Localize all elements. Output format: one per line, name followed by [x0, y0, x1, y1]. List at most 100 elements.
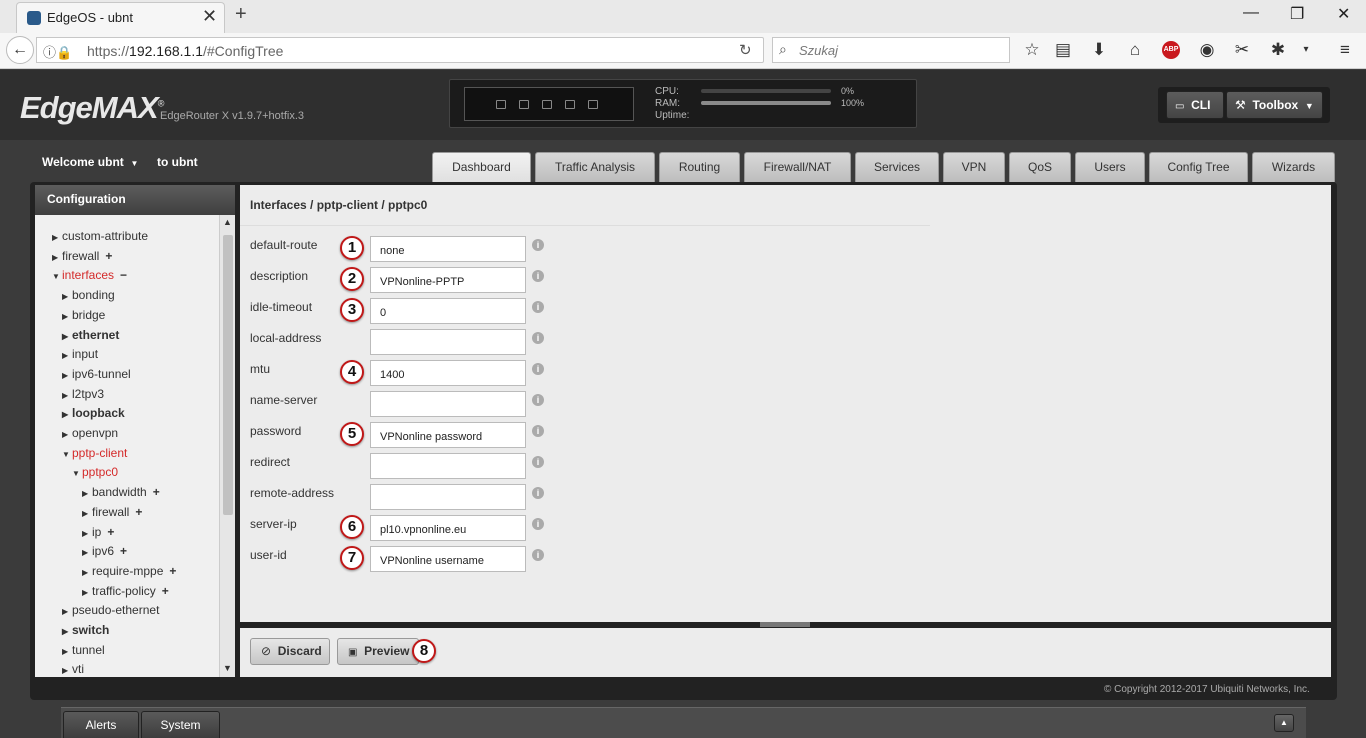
name-server-field[interactable]	[370, 391, 526, 417]
tree-item[interactable]: ▶ openvpn	[62, 426, 118, 440]
caret-right-icon[interactable]: ▶	[62, 332, 72, 341]
mtu-field[interactable]: 1400	[370, 360, 526, 386]
caret-down-icon[interactable]: ▼	[72, 469, 82, 478]
add-icon[interactable]: +	[153, 485, 160, 499]
url-bar[interactable]: ⓘ🔒 https://192.168.1.1/#ConfigTree ↻	[36, 37, 764, 63]
tab-qos[interactable]: QoS	[1009, 152, 1071, 182]
toolbox-button[interactable]: ⚒ Toolbox ▼	[1226, 91, 1323, 119]
info-icon[interactable]: i	[532, 394, 544, 406]
color-picker-icon[interactable]: ◉	[1196, 40, 1218, 60]
user-id-field[interactable]: VPNonline username	[370, 546, 526, 572]
tab-wizards[interactable]: Wizards	[1252, 152, 1335, 182]
password-field[interactable]: VPNonline password	[370, 422, 526, 448]
cli-button[interactable]: ▭ CLI	[1166, 91, 1224, 119]
info-icon[interactable]: i	[532, 518, 544, 530]
caret-right-icon[interactable]: ▶	[52, 233, 62, 242]
caret-right-icon[interactable]: ▶	[62, 430, 72, 439]
tree-item[interactable]: ▶ bridge	[62, 308, 105, 322]
redirect-field[interactable]	[370, 453, 526, 479]
discard-button[interactable]: ⊘ Discard	[250, 638, 330, 665]
new-tab-icon[interactable]: +	[235, 3, 247, 26]
home-icon[interactable]: ⌂	[1124, 40, 1146, 60]
tree-item[interactable]: ▶ ethernet	[62, 328, 119, 342]
local-address-field[interactable]	[370, 329, 526, 355]
tree-item[interactable]: ▶ input	[62, 347, 98, 361]
scroll-down-icon[interactable]: ▼	[223, 663, 232, 673]
tree-item[interactable]: ▶ tunnel	[62, 643, 105, 657]
scroll-up-icon[interactable]: ▲	[223, 217, 232, 227]
tab-users[interactable]: Users	[1075, 152, 1145, 182]
remote-address-field[interactable]	[370, 484, 526, 510]
tree-item[interactable]: ▶ l2tpv3	[62, 387, 104, 401]
tree-item[interactable]: ▶ firewall +	[52, 249, 112, 263]
caret-right-icon[interactable]: ▶	[82, 509, 92, 518]
info-icon[interactable]: i	[532, 301, 544, 313]
caret-down-icon[interactable]: ▼	[62, 450, 72, 459]
description-field[interactable]: VPNonline-PPTP	[370, 267, 526, 293]
add-icon[interactable]: +	[120, 544, 127, 558]
extension-icon[interactable]: ✂	[1231, 40, 1253, 60]
add-icon[interactable]: +	[105, 249, 112, 263]
tab-system[interactable]: System	[141, 711, 220, 738]
tab-dashboard[interactable]: Dashboard	[432, 152, 531, 182]
preview-button[interactable]: ▣ Preview	[337, 638, 419, 665]
tree-item[interactable]: ▶ bonding	[62, 288, 115, 302]
back-arrow-icon[interactable]: ←	[6, 36, 34, 64]
remove-icon[interactable]: −	[120, 268, 127, 282]
scrollbar-thumb[interactable]	[223, 235, 233, 515]
tree-item[interactable]: ▶ switch	[62, 623, 109, 637]
url-text[interactable]: https://192.168.1.1/#ConfigTree	[87, 43, 283, 59]
tree-item[interactable]: ▶ traffic-policy +	[82, 584, 169, 598]
caret-right-icon[interactable]: ▶	[62, 410, 72, 419]
caret-right-icon[interactable]: ▶	[62, 351, 72, 360]
resize-handle[interactable]	[760, 622, 810, 627]
tree-item[interactable]: ▶ vti	[62, 662, 84, 676]
caret-right-icon[interactable]: ▶	[62, 312, 72, 321]
info-icon[interactable]: i	[532, 363, 544, 375]
caret-right-icon[interactable]: ▶	[62, 666, 72, 675]
tree-item[interactable]: ▶ pseudo-ethernet	[62, 603, 159, 617]
add-icon[interactable]: +	[107, 525, 114, 539]
add-icon[interactable]: +	[169, 564, 176, 578]
add-icon[interactable]: +	[135, 505, 142, 519]
default-route-field[interactable]: none	[370, 236, 526, 262]
caret-right-icon[interactable]: ▶	[82, 548, 92, 557]
caret-right-icon[interactable]: ▶	[82, 529, 92, 538]
download-icon[interactable]: ⬇	[1088, 40, 1110, 60]
minimize-window-icon[interactable]: —	[1243, 4, 1259, 22]
info-icon[interactable]: i	[532, 239, 544, 251]
bookmark-star-icon[interactable]: ☆	[1021, 40, 1043, 60]
menu-icon[interactable]: ≡	[1334, 40, 1356, 60]
tab-firewall-nat[interactable]: Firewall/NAT	[744, 152, 851, 182]
search-bar[interactable]: ⌕ Szukaj	[772, 37, 1010, 63]
tab-config-tree[interactable]: Config Tree	[1149, 152, 1248, 182]
tree-item[interactable]: ▼ pptpc0	[72, 465, 118, 479]
caret-right-icon[interactable]: ▶	[82, 489, 92, 498]
info-icon[interactable]: i	[532, 487, 544, 499]
welcome-user-menu[interactable]: Welcome ubnt ▼	[42, 155, 138, 169]
tree-item[interactable]: ▼ pptp-client	[62, 446, 127, 460]
idle-timeout-field[interactable]: 0	[370, 298, 526, 324]
tree-item[interactable]: ▶ require-mppe +	[82, 564, 176, 578]
close-tab-icon[interactable]: ✕	[202, 6, 217, 27]
tree-item[interactable]: ▶ loopback	[62, 406, 125, 420]
browser-tab[interactable]: EdgeOS - ubnt ✕	[16, 2, 225, 33]
caret-right-icon[interactable]: ▶	[62, 607, 72, 616]
info-icon[interactable]: i	[532, 270, 544, 282]
tree-item[interactable]: ▼ interfaces −	[52, 268, 127, 282]
info-icon[interactable]: i	[532, 425, 544, 437]
tree-item[interactable]: ▶ custom-attribute	[52, 229, 148, 243]
caret-right-icon[interactable]: ▶	[82, 568, 92, 577]
site-info-icon[interactable]: ⓘ🔒	[43, 42, 72, 61]
reading-list-icon[interactable]: ▤	[1052, 40, 1074, 60]
info-icon[interactable]: i	[532, 456, 544, 468]
info-icon[interactable]: i	[532, 332, 544, 344]
tab-alerts[interactable]: Alerts	[63, 711, 139, 738]
chevron-up-icon[interactable]: ▲	[1274, 714, 1294, 732]
info-icon[interactable]: i	[532, 549, 544, 561]
caret-right-icon[interactable]: ▶	[62, 371, 72, 380]
tab-traffic-analysis[interactable]: Traffic Analysis	[535, 152, 655, 182]
caret-down-icon[interactable]: ▼	[52, 272, 62, 281]
tab-routing[interactable]: Routing	[659, 152, 740, 182]
sidebar-scrollbar[interactable]: ▲ ▼	[219, 215, 235, 677]
